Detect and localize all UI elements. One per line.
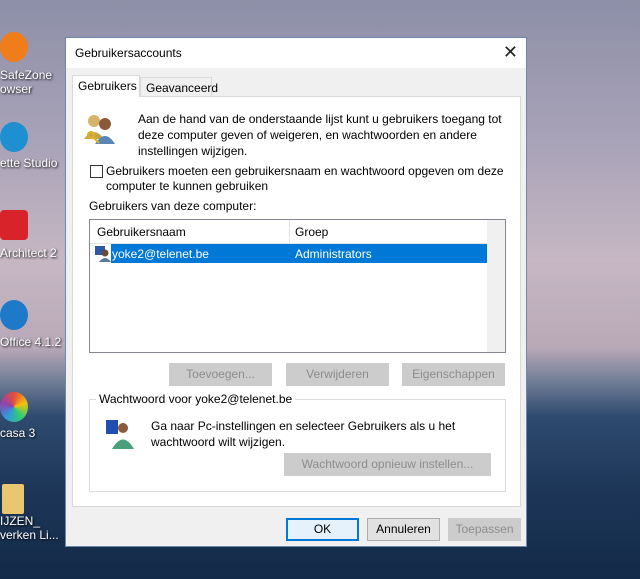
- user-accounts-dialog: Gebruikersaccounts ✕ Gebruikers Geavance…: [65, 37, 527, 547]
- desktop-icon-label: verken Li...: [0, 528, 59, 542]
- pdf-architect-icon: [0, 210, 28, 240]
- desktop-icon-label: SafeZone: [0, 68, 53, 82]
- tab-panel-gebruikers: Aan de hand van de onderstaande lijst ku…: [72, 96, 521, 507]
- column-header-group[interactable]: Groep: [295, 224, 328, 240]
- checkbox-label: computer te kunnen gebruiken: [106, 179, 269, 193]
- column-divider[interactable]: [289, 220, 290, 243]
- password-info-line: Ga naar Pc-instellingen en selecteer Geb…: [151, 419, 456, 433]
- user-monitor-icon: [106, 420, 134, 449]
- checkbox-label: Gebruikers moeten een gebruikersnaam en …: [106, 164, 504, 178]
- table-row[interactable]: yoke2@telenet.be Administrators: [90, 244, 487, 263]
- cancel-button[interactable]: Annuleren: [367, 518, 440, 541]
- desktop-icon-label: casa 3: [0, 426, 36, 440]
- description-line: Aan de hand van de onderstaande lijst ku…: [138, 112, 502, 126]
- password-info-line: wachtwoord wilt wijzigen.: [151, 435, 286, 449]
- properties-button[interactable]: Eigenschappen: [402, 363, 505, 386]
- remove-button[interactable]: Verwijderen: [286, 363, 389, 386]
- desktop-icon-label: Architect 2: [0, 246, 57, 260]
- user-icon: [95, 246, 111, 262]
- desktop-icon-label: ette Studio: [0, 156, 58, 170]
- description-line: deze computer geven of weigeren, en wach…: [138, 128, 477, 142]
- title-bar: Gebruikersaccounts ✕: [66, 38, 526, 68]
- password-group: Wachtwoord voor yoke2@telenet.be Ga naar…: [89, 392, 506, 492]
- password-group-legend: Wachtwoord voor yoke2@telenet.be: [96, 392, 296, 406]
- openoffice-icon: [0, 300, 28, 330]
- desktop-icon-label: Office 4.1.2: [0, 335, 62, 349]
- description-line: instellingen wijzigen.: [138, 144, 248, 158]
- require-password-checkbox[interactable]: [90, 165, 103, 178]
- desktop-icon-label: owser: [0, 82, 33, 96]
- row-username: yoke2@telenet.be: [112, 247, 209, 261]
- close-icon[interactable]: ✕: [503, 42, 518, 63]
- row-group: Administrators: [295, 247, 372, 261]
- users-list-label: Gebruikers van deze computer:: [89, 199, 257, 213]
- desktop-icon-label: IJZEN_: [0, 514, 41, 528]
- tab-gebruikers[interactable]: Gebruikers: [72, 75, 140, 97]
- ok-button[interactable]: OK: [286, 518, 359, 541]
- reset-password-button[interactable]: Wachtwoord opnieuw instellen...: [284, 453, 491, 476]
- list-body: yoke2@telenet.be Administrators: [90, 244, 487, 352]
- add-button[interactable]: Toevoegen...: [169, 363, 272, 386]
- folder-icon: [2, 484, 24, 514]
- users-list[interactable]: Gebruikersnaam Groep yoke2@telenet.be Ad…: [89, 219, 506, 353]
- list-header: Gebruikersnaam Groep: [90, 220, 487, 244]
- dialog-title: Gebruikersaccounts: [75, 46, 182, 60]
- users-keys-icon: [84, 115, 115, 144]
- apply-button[interactable]: Toepassen: [448, 518, 521, 541]
- picasa-icon: [0, 392, 28, 422]
- tab-geavanceerd[interactable]: Geavanceerd: [140, 77, 218, 96]
- column-header-username[interactable]: Gebruikersnaam: [97, 224, 186, 240]
- silhouette-studio-icon: [0, 122, 28, 152]
- safezone-browser-icon: [0, 32, 28, 62]
